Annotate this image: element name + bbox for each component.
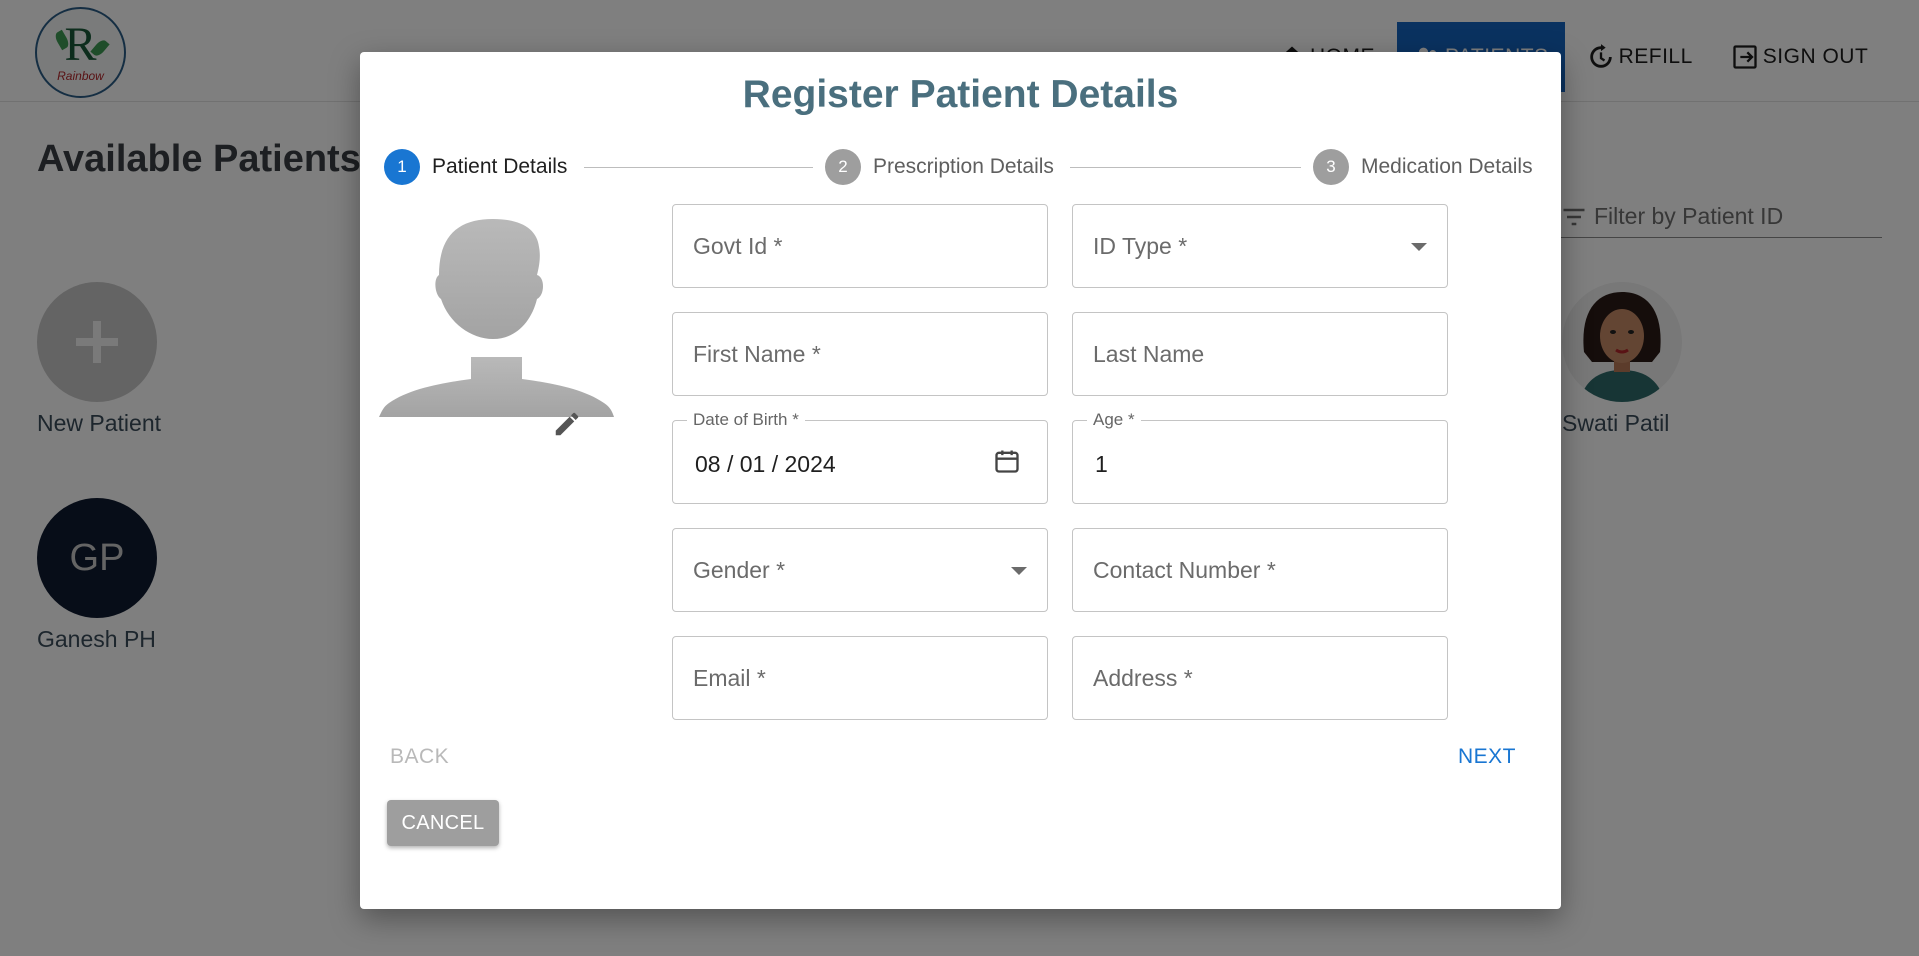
dropdown-arrow-icon [1411, 243, 1427, 251]
step-patient-details[interactable]: 1 Patient Details [384, 149, 567, 185]
age-field[interactable]: Age * 1 [1072, 410, 1448, 504]
contact-number-field[interactable]: Contact Number * [1072, 528, 1448, 612]
step-label: Prescription Details [873, 155, 1054, 178]
avatar-placeholder-icon [379, 219, 614, 417]
cancel-button[interactable]: CANCEL [387, 800, 499, 846]
dropdown-arrow-icon [1011, 567, 1027, 575]
back-button[interactable]: BACK [390, 745, 449, 769]
first-name-placeholder: First Name * [693, 341, 821, 367]
last-name-placeholder: Last Name [1093, 341, 1205, 367]
email-placeholder: Email * [693, 665, 766, 691]
gender-placeholder: Gender * [693, 557, 786, 583]
step-label: Medication Details [1361, 155, 1533, 178]
id-type-placeholder: ID Type * [1093, 233, 1188, 259]
age-label: Age * [1087, 410, 1141, 430]
last-name-field[interactable]: Last Name [1072, 312, 1448, 396]
date-of-birth-label: Date of Birth * [687, 410, 805, 430]
stepper: 1 Patient Details 2 Prescription Details… [384, 149, 1539, 189]
id-type-select[interactable]: ID Type * [1072, 204, 1448, 288]
email-field[interactable]: Email * [672, 636, 1048, 720]
step-number: 2 [825, 149, 861, 185]
govt-id-field[interactable]: Govt Id * [672, 204, 1048, 288]
gender-select[interactable]: Gender * [672, 528, 1048, 612]
age-value: 1 [1095, 451, 1108, 477]
step-connector [584, 167, 813, 168]
address-field[interactable]: Address * [1072, 636, 1448, 720]
date-of-birth-value: 08 / 01 / 2024 [695, 451, 836, 477]
first-name-field[interactable]: First Name * [672, 312, 1048, 396]
contact-number-placeholder: Contact Number * [1093, 557, 1276, 583]
register-patient-dialog: Register Patient Details 1 Patient Detai… [360, 52, 1561, 909]
address-placeholder: Address * [1093, 665, 1193, 691]
step-label: Patient Details [432, 155, 568, 178]
next-button[interactable]: NEXT [1458, 745, 1516, 769]
govt-id-placeholder: Govt Id * [693, 233, 783, 259]
step-number: 1 [384, 149, 420, 185]
calendar-icon[interactable] [993, 447, 1021, 475]
step-connector [1070, 167, 1301, 168]
step-medication-details[interactable]: 3 Medication Details [1313, 149, 1533, 185]
patient-photo[interactable] [379, 207, 614, 417]
step-prescription-details[interactable]: 2 Prescription Details [825, 149, 1054, 185]
dialog-title: Register Patient Details [742, 73, 1179, 116]
step-number: 3 [1313, 149, 1349, 185]
date-of-birth-field[interactable]: Date of Birth * 08 / 01 / 2024 [672, 410, 1048, 504]
edit-photo-icon[interactable] [552, 409, 582, 439]
